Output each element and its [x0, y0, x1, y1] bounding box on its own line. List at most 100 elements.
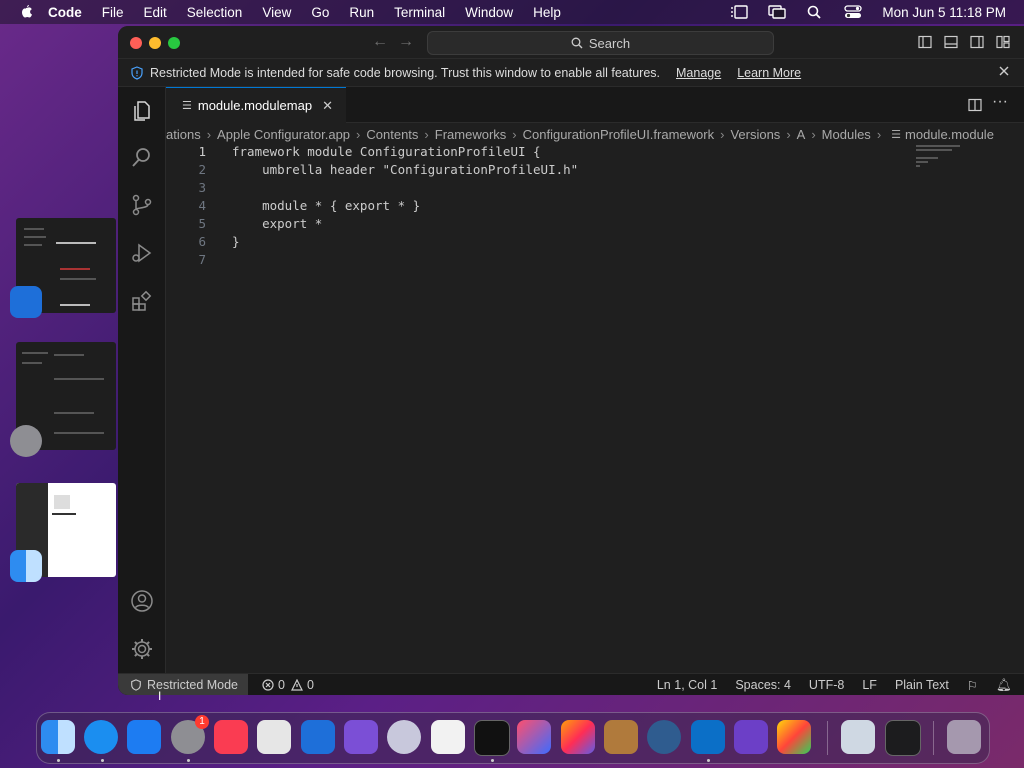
zoom-window-button[interactable] [168, 37, 180, 49]
terminal-icon[interactable] [474, 720, 510, 756]
menu-app-name[interactable]: Code [48, 5, 82, 20]
trash-icon[interactable] [947, 720, 981, 754]
music-icon[interactable] [214, 720, 248, 754]
indentation[interactable]: Spaces: 4 [735, 678, 791, 692]
extensions-icon[interactable] [130, 289, 154, 313]
grid-app-icon[interactable] [777, 720, 811, 754]
tab-label: module.modulemap [197, 98, 313, 113]
app-store-icon[interactable] [127, 720, 161, 754]
shortcuts-icon[interactable] [517, 720, 551, 754]
spotlight-search-icon[interactable] [806, 5, 824, 19]
textedit-icon[interactable] [431, 720, 465, 754]
shield-icon [131, 65, 143, 80]
code-line[interactable]: 2 umbrella header "ConfigurationProfileU… [166, 161, 916, 179]
breadcrumb-item[interactable]: Contents [366, 127, 418, 142]
menu-view[interactable]: View [262, 5, 291, 20]
run-and-debug-icon[interactable] [130, 241, 154, 265]
menu-edit[interactable]: Edit [144, 5, 167, 20]
menu-file[interactable]: File [102, 5, 124, 20]
screen-mirroring-icon[interactable] [768, 5, 787, 19]
breadcrumb-item[interactable]: ations [166, 127, 201, 142]
vscode-icon[interactable] [691, 720, 725, 754]
menu-window[interactable]: Window [465, 5, 513, 20]
preview-icon[interactable] [841, 720, 875, 754]
breadcrumb-item[interactable]: Versions [730, 127, 780, 142]
accounts-icon[interactable] [130, 589, 154, 613]
menu-terminal[interactable]: Terminal [394, 5, 445, 20]
forward-arrow-icon[interactable]: → [398, 33, 414, 51]
editor-tabs: ☰ module.modulemap ✕ ··· [166, 87, 1024, 123]
bell-icon[interactable]: 🔔︎ [996, 678, 1012, 693]
minimize-window-button[interactable] [149, 37, 161, 49]
running-indicator [707, 759, 710, 762]
chevron-right-icon: › [206, 126, 212, 142]
language-mode[interactable]: Plain Text [895, 678, 949, 692]
more-actions-icon[interactable]: ··· [992, 93, 1008, 111]
manage-link[interactable]: Manage [676, 66, 721, 80]
menu-go[interactable]: Go [311, 5, 329, 20]
breadcrumb-item[interactable]: ConfigurationProfileUI.framework [523, 127, 714, 142]
toggle-panel-icon[interactable] [944, 35, 958, 49]
bbedit-icon[interactable] [387, 720, 421, 754]
breadcrumb-item[interactable]: module.module [905, 127, 994, 142]
learn-more-link[interactable]: Learn More [737, 66, 801, 80]
toggle-primary-sidebar-icon[interactable] [918, 35, 932, 49]
encoding[interactable]: UTF-8 [809, 678, 844, 692]
source-control-icon[interactable] [130, 193, 154, 217]
purple-app-icon[interactable] [344, 720, 378, 754]
toggle-secondary-sidebar-icon[interactable] [970, 35, 984, 49]
breadcrumb-item[interactable]: A [797, 127, 806, 142]
breadcrumb-item[interactable]: Apple Configurator.app [217, 127, 350, 142]
warning-icon[interactable] [290, 679, 303, 691]
icon-composer-icon[interactable] [561, 720, 595, 754]
swift-playgrounds-icon[interactable] [301, 720, 335, 754]
close-window-button[interactable] [130, 37, 142, 49]
split-editor-icon[interactable] [968, 98, 982, 112]
minimap[interactable] [916, 145, 964, 169]
command-center-search[interactable]: Search [427, 31, 774, 55]
explorer-icon[interactable] [130, 99, 154, 123]
end-of-line[interactable]: LF [862, 678, 877, 692]
breadcrumb-item[interactable]: Modules [822, 127, 871, 142]
code-line[interactable]: 7 [166, 251, 916, 269]
breadcrumb: ations › Apple Configurator.app › Contents… [166, 123, 1024, 145]
code-line[interactable]: 3 [166, 179, 916, 197]
breadcrumb-item[interactable]: Frameworks [435, 127, 507, 142]
safari-icon[interactable] [84, 720, 118, 754]
command-key-icon[interactable] [885, 720, 921, 756]
close-icon[interactable] [998, 65, 1010, 77]
dock: 1 [36, 712, 990, 764]
customize-layout-icon[interactable] [996, 35, 1010, 49]
script-editor-icon[interactable] [257, 720, 291, 754]
tab-module-modulemap[interactable]: ☰ module.modulemap ✕ [166, 87, 346, 123]
system-settings-app-icon [10, 425, 42, 457]
restricted-mode-status[interactable]: Restricted Mode [118, 674, 249, 695]
menu-run[interactable]: Run [349, 5, 374, 20]
search-icon[interactable] [130, 145, 154, 169]
warning-count[interactable]: 0 [307, 678, 314, 692]
menu-help[interactable]: Help [533, 5, 561, 20]
menu-clock[interactable]: Mon Jun 5 11:18 PM [882, 5, 1006, 20]
close-tab-icon[interactable]: ✕ [322, 98, 333, 114]
visual-studio-icon[interactable] [734, 720, 768, 754]
code-text: export * [232, 216, 323, 231]
gear-icon[interactable] [130, 637, 154, 661]
code-text: } [232, 234, 240, 249]
code-line[interactable]: 1 framework module ConfigurationProfileUI… [166, 143, 916, 161]
code-line[interactable]: 6} [166, 233, 916, 251]
quicktime-icon[interactable] [647, 720, 681, 754]
finder-icon[interactable] [41, 720, 75, 754]
error-count[interactable]: 0 [278, 678, 285, 692]
control-center-icon[interactable] [844, 5, 863, 19]
feedback-icon[interactable]: ⚐ [967, 678, 978, 693]
instruments-icon[interactable] [604, 720, 638, 754]
stage-manager-icon[interactable] [730, 5, 749, 19]
error-icon[interactable] [262, 679, 274, 691]
back-arrow-icon[interactable]: ← [372, 33, 388, 51]
code-editor[interactable]: 1 framework module ConfigurationProfileUI… [166, 143, 1024, 673]
apple-icon[interactable] [18, 4, 34, 20]
code-line[interactable]: 4 module * { export * } [166, 197, 916, 215]
menu-selection[interactable]: Selection [187, 5, 243, 20]
cursor-position[interactable]: Ln 1, Col 1 [657, 678, 717, 692]
code-line[interactable]: 5 export * [166, 215, 916, 233]
